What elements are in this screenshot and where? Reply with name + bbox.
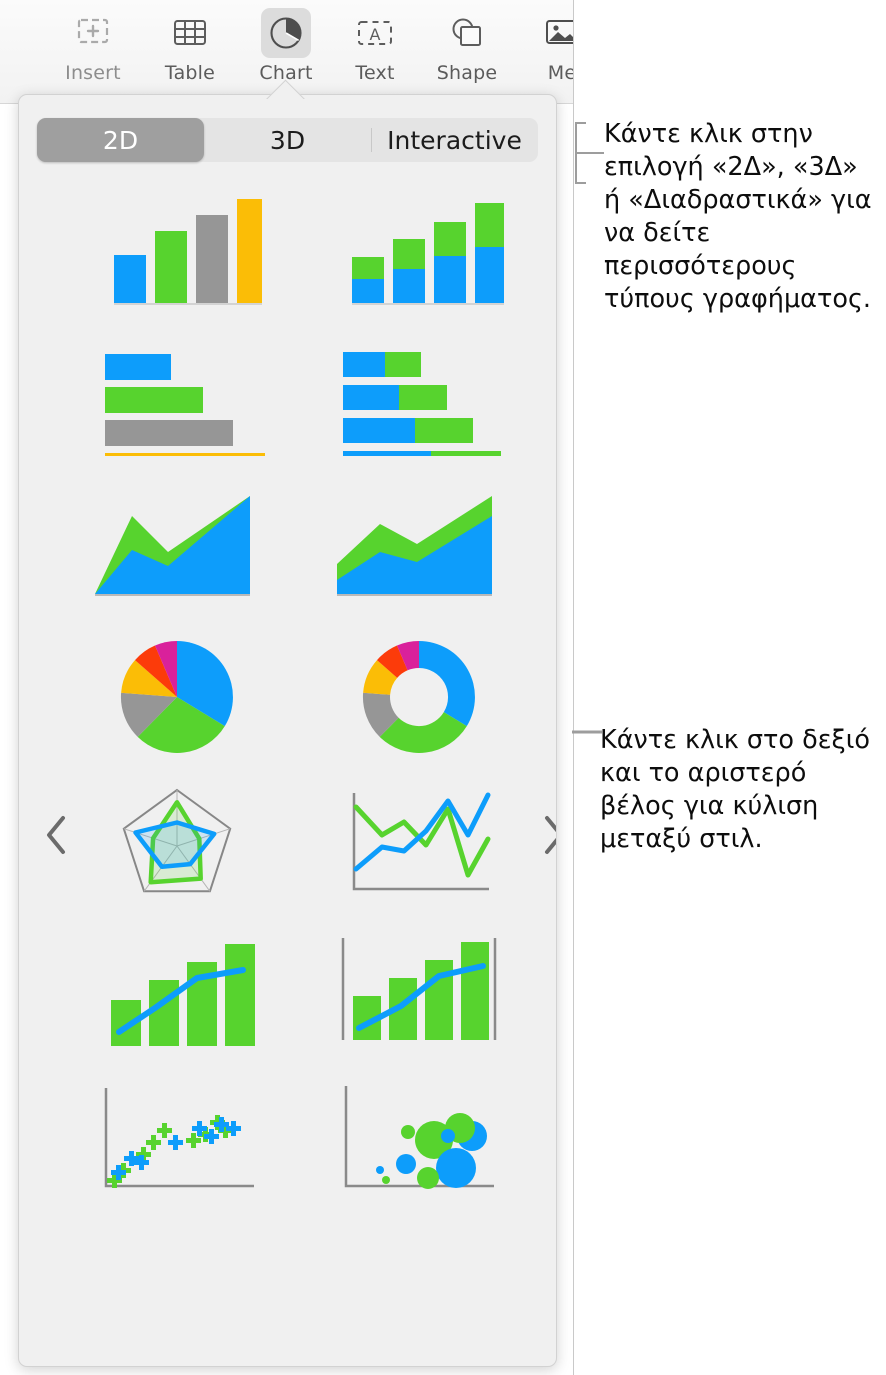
chart-type-bar[interactable] — [67, 331, 287, 471]
segment-divider — [371, 128, 372, 152]
segment-3d-label: 3D — [269, 125, 306, 155]
text-box-icon: A — [350, 8, 400, 58]
toolbar-button-table[interactable]: Table — [151, 8, 229, 96]
callout-leader-line-1 — [575, 122, 604, 184]
chart-pie-icon — [261, 8, 311, 58]
chart-type-column-line-two-axis[interactable] — [309, 923, 529, 1063]
toolbar-button-shape[interactable]: Shape — [428, 8, 506, 96]
toolbar-label-shape: Shape — [436, 62, 498, 84]
next-page-arrow[interactable] — [527, 801, 556, 869]
chart-type-column[interactable] — [67, 183, 287, 323]
chevron-right-icon — [545, 816, 556, 854]
chart-type-stacked-bar[interactable] — [309, 331, 529, 471]
callout-leader-line-2 — [572, 730, 602, 734]
segment-interactive-label: Interactive — [387, 125, 522, 155]
segment-2d-label: 2D — [102, 125, 139, 155]
shape-icon — [442, 8, 492, 58]
chart-type-stacked-area[interactable] — [309, 479, 529, 619]
svg-text:A: A — [370, 25, 381, 44]
segment-interactive[interactable]: Interactive — [371, 118, 538, 162]
toolbar-label-insert: Insert — [65, 62, 121, 84]
callout-text-arrows: Κάντε κλικ στο δεξιό και το αριστερό βέλ… — [600, 725, 870, 854]
chart-type-radar[interactable] — [67, 775, 287, 915]
chart-type-stacked-column[interactable] — [309, 183, 529, 323]
popover-pointer — [255, 73, 315, 99]
chevron-left-icon — [47, 816, 65, 854]
chart-type-donut[interactable] — [309, 627, 529, 767]
chart-type-bubble[interactable] — [309, 1071, 529, 1211]
media-image-icon — [537, 8, 573, 58]
toolbar-label-media: Me — [547, 62, 574, 84]
toolbar-label-text: Text — [355, 62, 395, 84]
application-window: Insert Table Chart A Text Shape Me 2D 3D… — [0, 0, 574, 1375]
callout-text-dimensions: Κάντε κλικ στην επιλογή «2Δ», «3Δ» ή «Δι… — [604, 119, 872, 314]
chart-type-grid — [19, 183, 556, 1283]
toolbar-label-table: Table — [164, 62, 216, 84]
insert-media-icon — [68, 8, 118, 58]
segment-2d[interactable]: 2D — [37, 118, 204, 162]
chart-type-popover: 2D 3D Interactive — [18, 94, 557, 1367]
chart-type-area[interactable] — [67, 479, 287, 619]
chart-type-scatter[interactable] — [67, 1071, 287, 1211]
segment-3d[interactable]: 3D — [204, 118, 371, 162]
table-icon — [165, 8, 215, 58]
toolbar-button-text[interactable]: A Text — [336, 8, 414, 96]
chart-type-line[interactable] — [309, 775, 529, 915]
previous-page-arrow[interactable] — [31, 801, 83, 869]
chart-type-column-line[interactable] — [67, 923, 287, 1063]
toolbar-button-insert[interactable]: Insert — [54, 8, 132, 96]
chart-dimension-segmented-control[interactable]: 2D 3D Interactive — [37, 118, 538, 162]
chart-type-pie[interactable] — [67, 627, 287, 767]
toolbar-button-media[interactable]: Me — [523, 8, 574, 96]
